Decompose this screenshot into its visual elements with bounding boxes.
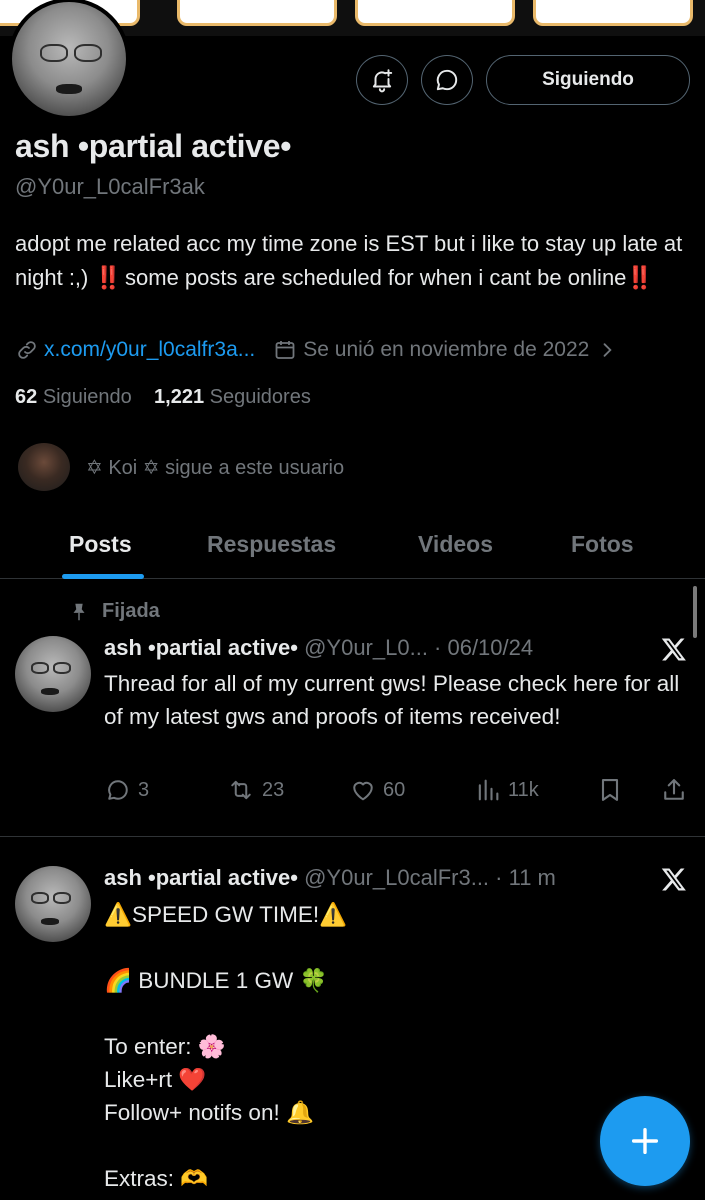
double-exclamation-emoji: ‼️: [626, 265, 653, 290]
share-button[interactable]: [660, 776, 694, 804]
avatar-detail: [41, 918, 59, 925]
message-bubble-icon: [436, 69, 458, 91]
pin-icon: [73, 603, 85, 620]
profile-bio: adopt me related acc my time zone is EST…: [15, 227, 695, 295]
post-text: Thread for all of my current gws! Please…: [104, 671, 680, 729]
joined-date: Se unió en noviembre de 2022: [303, 338, 590, 361]
repost-icon: [231, 780, 251, 800]
share-icon: [664, 779, 684, 800]
post-header[interactable]: ash •partial active• @Y0ur_L0calFr3... ·…: [104, 865, 556, 891]
bookmark-icon: [601, 779, 619, 801]
heart-icon: [353, 781, 373, 801]
repost-button[interactable]: 23: [226, 776, 284, 804]
post-divider: [0, 836, 705, 837]
post-line: To enter: 🌸: [104, 1034, 226, 1059]
active-tab-indicator: [62, 574, 144, 579]
link-icon: [18, 341, 36, 359]
double-exclamation-emoji: ‼️: [94, 265, 121, 290]
profile-avatar[interactable]: [8, 0, 130, 120]
post-avatar[interactable]: [15, 866, 91, 942]
tab-videos[interactable]: Videos: [418, 531, 493, 558]
post-author-name: ash •partial active•: [104, 865, 298, 890]
x-logo-icon[interactable]: [660, 865, 688, 893]
plus-icon: [631, 1127, 659, 1155]
post-line: [104, 997, 694, 1030]
post-line: Like+rt ❤️: [104, 1067, 207, 1092]
message-button[interactable]: [421, 55, 473, 105]
post-actions: 3 23 60 11k: [104, 776, 694, 808]
post-line: Extras: 🫶: [104, 1166, 209, 1191]
avatar-detail: [53, 662, 71, 674]
banner-tile: [177, 0, 337, 26]
profile-tabs: Posts Respuestas Videos Fotos: [0, 515, 705, 579]
x-logo-icon[interactable]: [660, 635, 688, 663]
post-avatar[interactable]: [15, 636, 91, 712]
avatar-detail: [74, 44, 102, 62]
followed-by-text: ✡ Koi ✡ sigue a este usuario: [86, 456, 345, 479]
post-header[interactable]: ash •partial active• @Y0ur_L0... · 06/10…: [104, 635, 533, 661]
post-line: ⚠️SPEED GW TIME!⚠️: [104, 902, 348, 927]
avatar-detail: [53, 892, 71, 904]
following-link[interactable]: 62 Siguiendo: [15, 386, 132, 408]
bio-text: some posts are scheduled for when i cant…: [118, 265, 627, 290]
profile-meta: x.com/y0ur_l0calfr3a... Se unió en novie…: [15, 338, 617, 362]
like-button[interactable]: 60: [349, 776, 405, 804]
follow-counts: 62 Siguiendo 1,221 Seguidores: [15, 386, 311, 409]
reply-button[interactable]: 3: [104, 776, 149, 804]
banner-tile: [355, 0, 515, 26]
tab-posts[interactable]: Posts: [69, 531, 132, 558]
profile-handle: @Y0ur_L0calFr3ak: [15, 174, 205, 199]
avatar-detail: [40, 44, 68, 62]
compose-post-button[interactable]: [600, 1096, 690, 1186]
reply-icon: [108, 780, 128, 800]
pinned-indicator: Fijada: [68, 600, 160, 623]
calendar-icon: [275, 341, 295, 359]
post-author-name: ash •partial active•: [104, 635, 298, 660]
notifications-button[interactable]: [356, 55, 408, 105]
following-button[interactable]: Siguiendo: [486, 55, 690, 105]
follower-avatar: [18, 443, 70, 491]
avatar-detail: [31, 892, 49, 904]
tab-replies[interactable]: Respuestas: [207, 531, 336, 558]
tab-photos[interactable]: Fotos: [571, 531, 634, 558]
banner-tile: [533, 0, 693, 26]
profile-name: ash •partial active•: [15, 128, 292, 164]
post-line: 🌈 BUNDLE 1 GW 🍀: [104, 968, 328, 993]
avatar-detail: [31, 662, 49, 674]
avatar-detail: [56, 84, 82, 94]
bookmark-button[interactable]: [596, 776, 630, 804]
views-button[interactable]: 11k: [474, 776, 539, 804]
bar-chart-icon: [478, 779, 499, 801]
profile-link[interactable]: x.com/y0ur_l0calfr3a...: [44, 338, 255, 362]
post-handle-time: @Y0ur_L0... · 06/10/24: [304, 635, 534, 660]
avatar-detail: [41, 688, 59, 695]
post-line: [104, 931, 694, 964]
followers-link[interactable]: 1,221 Seguidores: [154, 386, 311, 408]
scrollbar[interactable]: [693, 586, 697, 638]
bell-plus-icon: [372, 69, 393, 93]
followed-by-row[interactable]: ✡ Koi ✡ sigue a este usuario: [18, 443, 344, 491]
post-handle-time: @Y0ur_L0calFr3... · 11 m: [304, 865, 556, 890]
chevron-right-icon[interactable]: [597, 340, 617, 360]
